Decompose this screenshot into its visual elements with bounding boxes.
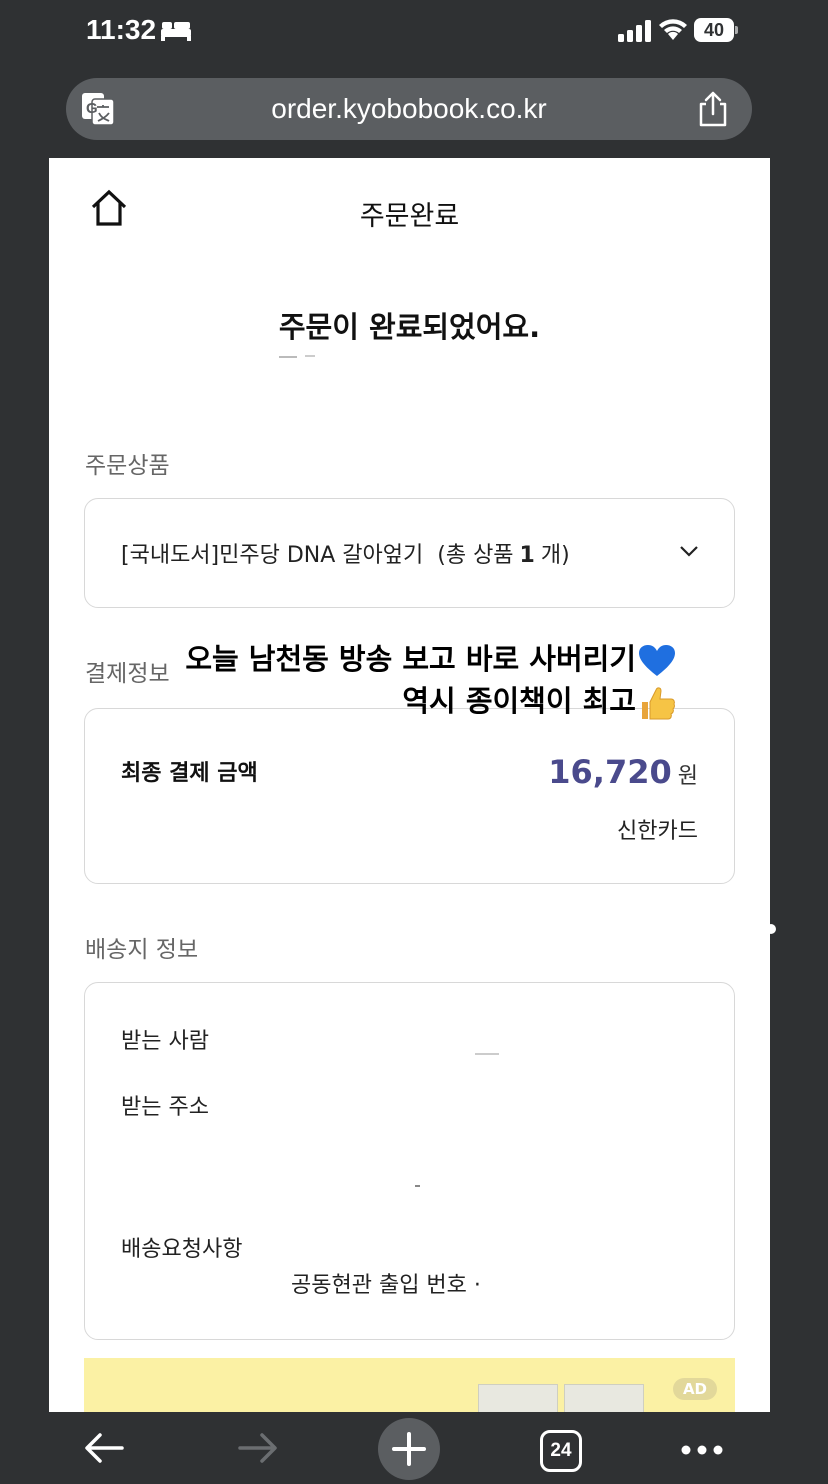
chevron-down-icon[interactable] [678,543,700,559]
delivery-request-label: 배송요청사항 [121,1237,243,1262]
sleep-focus-icon [161,22,191,41]
redacted-speck [305,355,315,357]
recipient-label: 받는 사람 [121,1029,209,1054]
payment-method: 신한카드 [617,819,698,844]
blue-heart-icon [639,645,675,676]
browser-toolbar: 24 [0,1412,828,1480]
thumbs-up-icon [642,687,675,720]
caption-line-2: 역시 종이책이 최고 [402,678,676,722]
product-title: [국내도서]민주당 DNA 갈아엎기 [121,543,424,568]
amount-unit: 원 [677,764,698,789]
forward-arrow-icon[interactable] [236,1430,280,1466]
count-suffix: 개) [540,543,570,568]
page-title: 주문완료 [359,201,460,232]
battery-icon: 40 [694,18,738,42]
payment-card: 최종 결제 금액 16,720 원 신한카드 [84,708,735,884]
product-count: (총 상품 1 개) [437,543,569,568]
tab-switcher-button[interactable]: 24 [540,1430,582,1472]
redacted-speck [415,1185,420,1187]
battery-tip [735,26,738,34]
status-time: 11:32 [86,14,157,45]
redacted-speck [475,1053,499,1055]
share-icon[interactable] [696,90,730,128]
cellular-signal-icon [618,20,651,42]
order-complete-message: 주문이 완료되었어요. [278,310,541,344]
ad-badge: AD [672,1378,717,1400]
new-tab-button[interactable] [378,1418,440,1480]
more-menu-icon[interactable] [680,1444,724,1456]
address-label: 받는 주소 [121,1095,209,1120]
caption-line-1-text: 오늘 남천동 방송 보고 바로 사버리기 [185,642,636,676]
count-value: 1 [519,543,535,568]
payment-info-label: 결제정보 [85,661,170,687]
order-items-label: 주문상품 [85,453,170,479]
address-bar[interactable]: G order.kyobobook.co.kr [66,78,752,140]
web-page: 주문완료 주문이 완료되었어요. 주문상품 [국내도서]민주당 DNA 갈아엎기… [49,158,770,1412]
delivery-request-value: 공동현관 출입 번호 · [291,1273,481,1298]
caption-line-1: 오늘 남천동 방송 보고 바로 사버리기 [185,636,676,678]
url-text[interactable]: order.kyobobook.co.kr [66,93,752,125]
status-bar: 11:32 40 [0,0,828,64]
count-prefix: (총 상품 [437,543,514,568]
final-payment-label: 최종 결제 금액 [121,761,258,786]
delivery-card: 받는 사람 받는 주소 배송요청사항 공동현관 출입 번호 · [84,982,735,1340]
wifi-icon [659,19,687,40]
ad-book-image [564,1384,644,1412]
product-summary: [국내도서]민주당 DNA 갈아엎기 (총 상품 1 개) [121,537,570,569]
back-arrow-icon[interactable] [82,1430,126,1466]
redacted-speck [279,356,297,358]
final-payment-amount: 16,720 원 [548,753,698,791]
ad-book-image [478,1384,558,1412]
ad-banner[interactable]: AD [84,1358,735,1412]
order-items-card[interactable]: [국내도서]민주당 DNA 갈아엎기 (총 상품 1 개) [84,498,735,608]
battery-level: 40 [694,18,734,42]
amount-value: 16,720 [548,753,672,791]
scroll-indicator-dot [766,924,776,934]
caption-line-2-text: 역시 종이책이 최고 [402,684,636,718]
plus-icon [392,1432,426,1466]
delivery-info-label: 배송지 정보 [85,937,199,963]
